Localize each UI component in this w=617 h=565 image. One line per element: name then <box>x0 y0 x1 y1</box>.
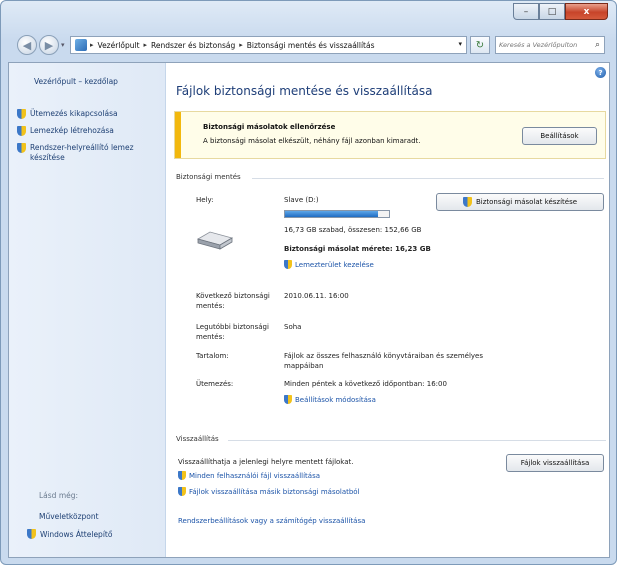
help-icon[interactable]: ? <box>595 67 606 78</box>
next-backup-label: Következő biztonsági mentés: <box>196 292 270 310</box>
shield-icon <box>27 529 36 539</box>
see-also-label: Windows Áttelepítő <box>40 529 113 539</box>
backup-now-label: Biztonsági másolat készítése <box>475 198 578 206</box>
task-label: Rendszer-helyreállító lemez készítése <box>30 143 134 162</box>
address-dropdown-icon[interactable]: ▾ <box>458 40 462 48</box>
page-title: Fájlok biztonsági mentése és visszaállít… <box>176 84 433 98</box>
shield-icon <box>284 260 292 269</box>
task-create-repair-disc[interactable]: Rendszer-helyreállító lemez készítése <box>17 143 165 163</box>
restore-system-link[interactable]: Rendszerbeállítások vagy a számítógép vi… <box>178 517 365 525</box>
divider <box>252 178 604 179</box>
schedule-value: Minden péntek a következő időpontban: 16… <box>284 380 447 388</box>
shield-icon <box>178 487 186 496</box>
restore-text: Visszaállíthatja a jelenlegi helyre ment… <box>178 458 354 466</box>
back-button[interactable]: ◀ <box>17 35 37 55</box>
restore-all-users-label: Minden felhasználói fájl visszaállítása <box>189 471 321 480</box>
free-space-text: 16,73 GB szabad, összesen: 152,66 GB <box>284 226 422 234</box>
location-label: Hely: <box>196 196 214 204</box>
next-backup-value: 2010.06.11. 16:00 <box>284 292 349 300</box>
contents-label: Tartalom: <box>196 352 229 360</box>
refresh-button[interactable]: ↻ <box>470 36 490 54</box>
shield-icon <box>17 109 26 119</box>
main-panel: ? Fájlok biztonsági mentése és visszaáll… <box>166 63 609 557</box>
manage-space-link[interactable]: Lemezterület kezelése <box>284 260 374 269</box>
shield-icon <box>462 197 472 207</box>
change-settings-link[interactable]: Beállítások módosítása <box>284 395 376 404</box>
drive-name: Slave (D:) <box>284 196 319 204</box>
breadcrumb-separator: ▸ <box>90 41 94 49</box>
breadcrumb-separator: ▸ <box>239 41 243 49</box>
backup-now-button[interactable]: Biztonsági másolat készítése <box>436 193 604 211</box>
search-icon[interactable]: ⌕ <box>595 40 600 50</box>
title-bar: – □ x <box>1 1 616 31</box>
task-turn-off-schedule[interactable]: Ütemezés kikapcsolása <box>17 109 165 119</box>
control-panel-icon <box>75 39 87 51</box>
shield-icon <box>17 126 26 136</box>
restore-section-header: Visszaállítás <box>176 435 219 443</box>
breadcrumb-system-security[interactable]: Rendszer és biztonság <box>151 41 235 50</box>
notice-text: A biztonsági másolat elkészült, néhány f… <box>203 137 421 145</box>
content-area: Vezérlőpult – kezdőlap Ütemezés kikapcso… <box>8 62 610 558</box>
contents-value: Fájlok az összes felhasználó könyvtáraib… <box>284 352 484 370</box>
maximize-button[interactable]: □ <box>539 3 565 20</box>
forward-button[interactable]: ▶ <box>39 35 59 55</box>
arrow-left-icon: ◀ <box>22 38 32 52</box>
last-backup-value: Soha <box>284 323 302 331</box>
window-controls: – □ x <box>513 3 608 20</box>
notice-title: Biztonsági másolatok ellenőrzése <box>203 123 336 131</box>
task-list: Ütemezés kikapcsolása Lemezkép létrehozá… <box>17 109 165 170</box>
shield-icon <box>17 143 26 153</box>
search-box[interactable]: ⌕ <box>495 36 605 54</box>
task-create-system-image[interactable]: Lemezkép létrehozása <box>17 126 165 136</box>
restore-all-users-link[interactable]: Minden felhasználói fájl visszaállítása <box>178 471 320 480</box>
see-also-action-center[interactable]: Műveletközpont <box>39 512 99 521</box>
restore-files-button[interactable]: Fájlok visszaállítása <box>506 454 604 472</box>
shield-icon <box>284 395 292 404</box>
task-label: Ütemezés kikapcsolása <box>30 109 118 118</box>
arrow-right-icon: ▶ <box>44 38 54 52</box>
explorer-window: – □ x ◀ ▶ ▾ ▸ Vezérlőpult ▸ Rendszer és … <box>0 0 617 565</box>
schedule-label: Ütemezés: <box>196 380 234 388</box>
drive-usage-fill <box>285 211 378 217</box>
notice-settings-button[interactable]: Beállítások <box>522 127 597 145</box>
breadcrumb-backup-restore[interactable]: Biztonsági mentés és visszaállítás <box>247 41 375 50</box>
drive-usage-bar <box>284 210 390 218</box>
minimize-button[interactable]: – <box>513 3 539 20</box>
see-also-heading: Lásd még: <box>39 491 79 500</box>
breadcrumb-separator: ▸ <box>143 41 148 49</box>
navigation-bar: ◀ ▶ ▾ ▸ Vezérlőpult ▸ Rendszer és bizton… <box>15 34 605 58</box>
hard-drive-icon <box>196 231 234 250</box>
restore-other-backup-link[interactable]: Fájlok visszaállítása másik biztonsági m… <box>178 487 360 496</box>
search-input[interactable] <box>499 38 589 52</box>
change-settings-label: Beállítások módosítása <box>295 395 376 404</box>
shield-icon <box>178 471 186 480</box>
recent-pages-dropdown[interactable]: ▾ <box>61 41 65 49</box>
refresh-icon: ↻ <box>475 39 485 51</box>
backup-section-header: Biztonsági mentés <box>176 173 241 181</box>
sidebar: Vezérlőpult – kezdőlap Ütemezés kikapcso… <box>9 63 166 557</box>
address-bar[interactable]: ▸ Vezérlőpult ▸ Rendszer és biztonság ▸ … <box>70 36 467 54</box>
see-also-easy-transfer[interactable]: Windows Áttelepítő <box>27 529 112 539</box>
notice-banner: Biztonsági másolatok ellenőrzése A bizto… <box>174 111 606 159</box>
backup-size-text: Biztonsági másolat mérete: 16,23 GB <box>284 245 431 253</box>
task-label: Lemezkép létrehozása <box>30 126 114 135</box>
manage-space-label: Lemezterület kezelése <box>295 260 374 269</box>
control-panel-home-link[interactable]: Vezérlőpult – kezdőlap <box>34 77 118 86</box>
last-backup-label: Legutóbbi biztonsági mentés: <box>196 323 269 341</box>
breadcrumb-control-panel[interactable]: Vezérlőpult <box>98 41 140 50</box>
restore-other-backup-label: Fájlok visszaállítása másik biztonsági m… <box>189 487 360 496</box>
divider <box>228 440 606 441</box>
close-button[interactable]: x <box>565 3 608 20</box>
notice-accent-bar <box>175 112 181 158</box>
